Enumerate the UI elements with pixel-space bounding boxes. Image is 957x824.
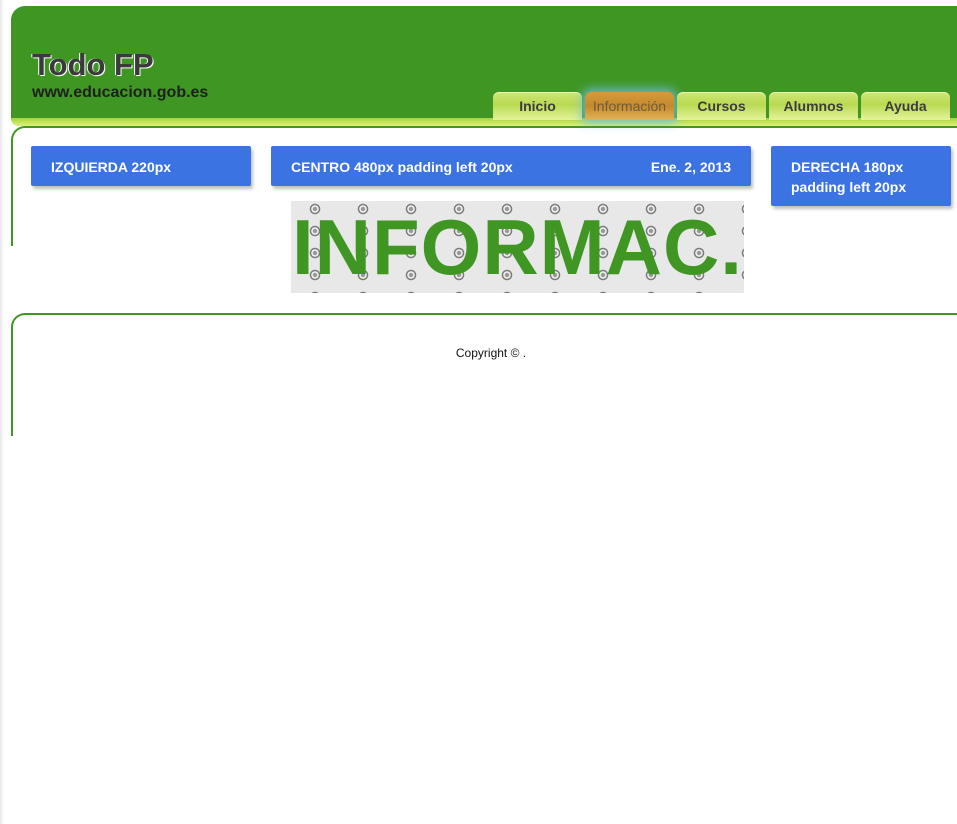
site-url: www.educacion.gob.es — [32, 84, 209, 101]
page-edge-shadow — [0, 0, 4, 824]
tab-inicio[interactable]: Inicio — [493, 92, 582, 120]
right-column-label-line1: DERECHA 180px — [791, 159, 904, 175]
footer-frame — [11, 313, 957, 436]
center-column-box: CENTRO 480px padding left 20px Ene. 2, 2… — [271, 146, 751, 186]
banner-text: INFORMAC. — [292, 203, 743, 291]
right-column-box: DERECHA 180px padding left 20px — [771, 146, 951, 206]
copyright-text: Copyright © . — [455, 346, 527, 360]
right-column-label-line2: padding left 20px — [791, 179, 907, 195]
tab-ayuda[interactable]: Ayuda — [861, 92, 950, 120]
informacion-banner: INFORMAC. — [291, 201, 744, 293]
left-column-label: IZQUIERDA 220px — [51, 159, 172, 175]
site-title: Todo FP — [32, 47, 154, 82]
tab-informacion[interactable]: Información — [585, 92, 674, 120]
center-column-label: CENTRO 480px padding left 20px — [291, 159, 513, 175]
left-column-box: IZQUIERDA 220px — [31, 146, 251, 186]
post-date: Ene. 2, 2013 — [650, 159, 731, 175]
main-nav: Inicio Información Cursos Alumnos Ayuda — [493, 92, 950, 120]
tab-cursos[interactable]: Cursos — [677, 92, 766, 120]
tab-alumnos[interactable]: Alumnos — [769, 92, 858, 120]
